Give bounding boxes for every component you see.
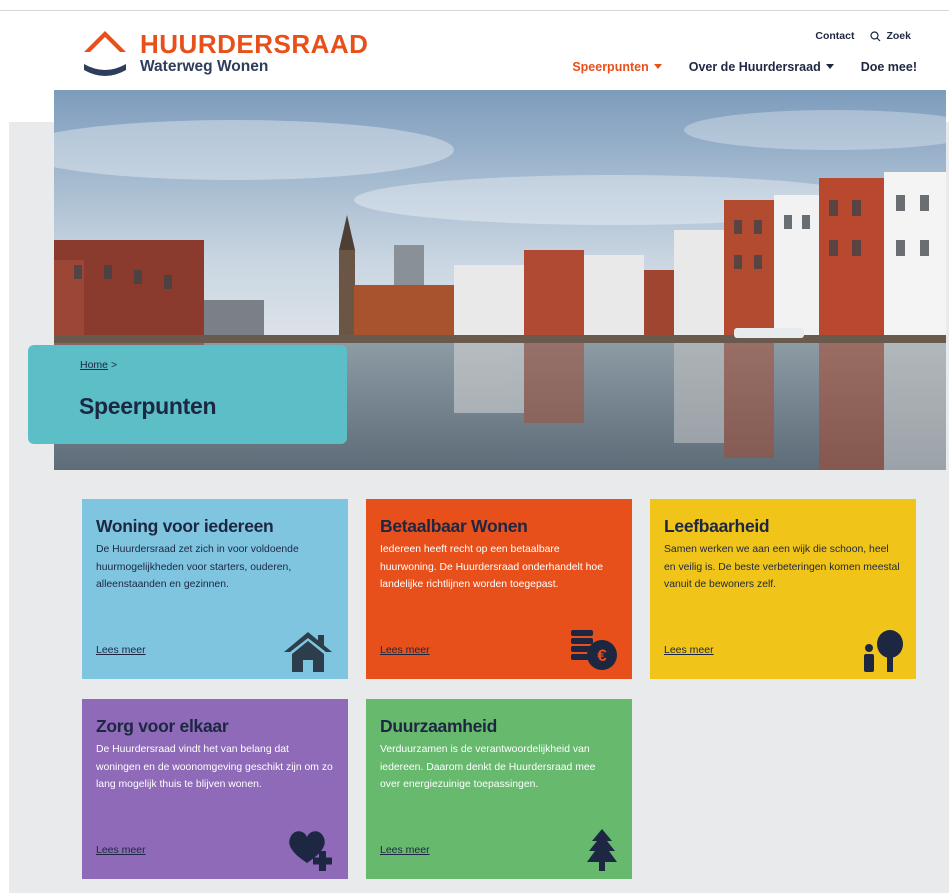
breadcrumb-home-link[interactable]: Home — [80, 359, 108, 371]
person-tree-icon — [864, 630, 903, 672]
read-more-link[interactable]: Lees meer — [96, 644, 146, 656]
card-title: Betaalbaar Wonen — [380, 516, 528, 536]
nav-item-label: Speerpunten — [572, 60, 649, 74]
site-logo[interactable]: HUURDERSRAAD Waterweg Wonen — [80, 26, 368, 82]
page-title: Speerpunten — [79, 393, 217, 419]
card-title: Zorg voor elkaar — [96, 716, 229, 736]
search-link[interactable]: Zoek — [870, 30, 911, 42]
svg-text:€: € — [597, 646, 607, 665]
nav-item-speerpunten[interactable]: Speerpunten — [572, 60, 662, 74]
pine-tree-icon — [587, 829, 617, 871]
card-betaalbaar-wonen[interactable]: Betaalbaar Wonen Iedereen heeft recht op… — [366, 499, 632, 679]
nav-item-doe-mee[interactable]: Doe mee! — [861, 60, 917, 74]
read-more-link[interactable]: Lees meer — [664, 644, 714, 656]
card-text: Samen werken we aan een wijk die schoon,… — [664, 544, 900, 590]
utility-nav: Contact Zoek — [815, 30, 911, 42]
search-label: Zoek — [886, 30, 911, 42]
chevron-down-icon — [653, 64, 662, 70]
euro-coins-icon: € — [571, 630, 617, 670]
heart-plus-icon — [289, 831, 332, 871]
breadcrumb-separator: > — [110, 359, 118, 371]
read-more-link[interactable]: Lees meer — [380, 844, 430, 856]
page-title-box: Home > Speerpunten — [28, 345, 347, 444]
card-text: Iedereen heeft recht op een betaalbare h… — [380, 544, 603, 590]
card-text: Verduurzamen is de verantwoordelijkheid … — [380, 744, 596, 790]
card-leefbaarheid[interactable]: Leefbaarheid Samen werken we aan een wij… — [650, 499, 916, 679]
main-nav: Speerpunten Over de Huurdersraad Doe mee… — [572, 60, 917, 74]
brand-subtitle: Waterweg Wonen — [140, 58, 269, 75]
breadcrumb: Home > — [80, 359, 117, 371]
card-text: De Huurdersraad zet zich in voor voldoen… — [96, 544, 299, 590]
read-more-link[interactable]: Lees meer — [96, 844, 146, 856]
card-text: De Huurdersraad vindt het van belang dat… — [96, 744, 333, 790]
card-woning-voor-iedereen[interactable]: Woning voor iedereen De Huurdersraad zet… — [82, 499, 348, 679]
read-more-link[interactable]: Lees meer — [380, 644, 430, 656]
nav-item-over[interactable]: Over de Huurdersraad — [689, 60, 834, 74]
brand-name: HUURDERSRAAD — [140, 29, 369, 59]
card-title: Woning voor iedereen — [96, 516, 274, 536]
house-icon — [284, 632, 332, 672]
card-duurzaamheid[interactable]: Duurzaamheid Verduurzamen is de verantwo… — [366, 699, 632, 879]
chevron-down-icon — [825, 64, 834, 70]
top-divider — [0, 10, 949, 11]
roof-smile-logo-icon — [84, 31, 126, 76]
contact-link[interactable]: Contact — [815, 30, 854, 42]
card-zorg-voor-elkaar[interactable]: Zorg voor elkaar De Huurdersraad vindt h… — [82, 699, 348, 879]
search-icon — [870, 30, 881, 41]
card-title: Leefbaarheid — [664, 516, 770, 536]
card-title: Duurzaamheid — [380, 716, 497, 736]
nav-item-label: Over de Huurdersraad — [688, 60, 821, 74]
nav-item-label: Doe mee! — [860, 60, 917, 74]
